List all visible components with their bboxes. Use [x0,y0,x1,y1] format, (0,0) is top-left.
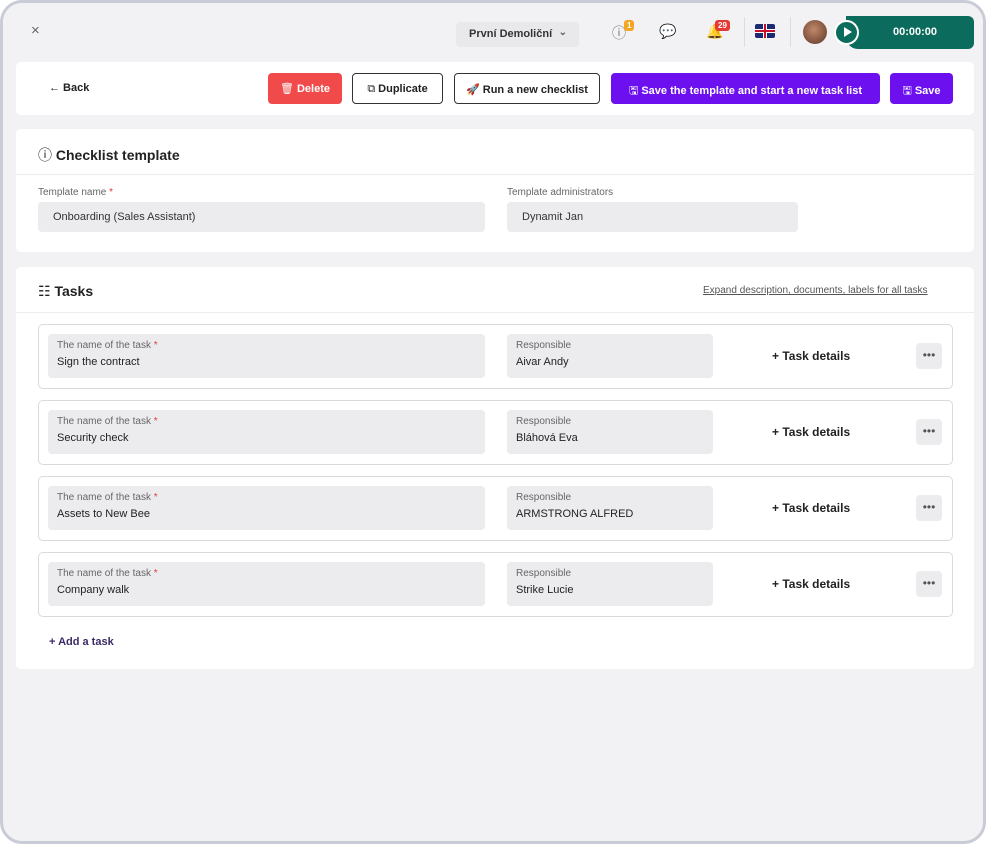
task-name-value: Security check [57,432,129,444]
task-name-value: Company walk [57,584,130,596]
template-title: Checklist template [55,147,180,163]
add-task-button[interactable]: + Add a task [49,636,114,648]
task-responsible-input[interactable]: Responsible Strike Lucie [507,562,713,606]
required-mark: * [153,568,158,579]
task-name-input[interactable]: The name of the task * Sign the contract [48,334,485,378]
responsible-value: Bláhová Eva [516,432,578,444]
time-tracker[interactable]: 00:00:00 [846,16,974,49]
save-button[interactable]: 🖫 Save [890,73,953,104]
task-name-label-text: The name of the task [57,340,151,351]
save-icon: 🖫 [902,85,912,97]
responsible-label: Responsible [516,416,572,427]
save-and-start-label: Save the template and start a new task l… [641,85,863,97]
chevron-down-icon: ⌄ [558,27,567,38]
back-button[interactable]: ← Back [49,82,89,94]
task-row: The name of the task * Assets to New Bee R… [38,476,953,541]
divider [790,17,791,47]
task-name-input[interactable]: The name of the task * Security check [48,410,485,454]
required-mark: * [153,492,158,503]
responsible-label: Responsible [516,340,572,351]
uk-flag-icon[interactable] [755,24,775,38]
required-mark: * [153,416,158,427]
task-responsible-input[interactable]: Responsible Bláhová Eva [507,410,713,454]
task-row: The name of the task * Security check Resp… [38,400,953,465]
notification-badge: 29 [715,20,730,31]
task-details-button[interactable]: + Task details [772,349,850,363]
more-options-icon[interactable]: ••• [916,495,942,521]
divider [744,17,745,47]
more-options-icon[interactable]: ••• [916,571,942,597]
task-responsible-input[interactable]: Responsible Aivar Andy [507,334,713,378]
task-name-value: Assets to New Bee [57,508,150,520]
rocket-icon: 🚀 [466,84,480,96]
responsible-value: Aivar Andy [516,356,569,368]
tasks-icon: ☷ [38,283,55,299]
save-label: Save [914,85,941,97]
task-name-input[interactable]: The name of the task * Assets to New Bee [48,486,485,530]
expand-all-link[interactable]: Expand description, documents, labels fo… [703,285,928,296]
duplicate-label: Duplicate [378,83,428,95]
responsible-label: Responsible [516,492,572,503]
template-section-title: ⓘ Checklist template [38,145,180,165]
info-icon: ⓘ [38,147,56,163]
template-name-label-text: Template name [38,187,107,198]
task-details-button[interactable]: + Task details [772,501,850,515]
task-name-label: The name of the task * [57,416,158,427]
task-name-label: The name of the task * [57,492,158,503]
task-name-label: The name of the task * [57,568,158,579]
tasks-section-title: ☷ Tasks [38,283,93,300]
task-row: The name of the task * Sign the contract R… [38,324,953,389]
avatar[interactable] [803,20,827,44]
timer-display: 00:00:00 [893,26,938,38]
copy-icon: ⧉ [367,83,376,95]
close-icon[interactable]: × [31,23,40,39]
task-name-label-text: The name of the task [57,416,151,427]
template-admins-input[interactable]: Dynamit Jan [507,202,798,232]
required-mark: * [153,340,158,351]
divider [16,174,974,175]
tasks-title: Tasks [54,283,94,299]
task-details-button[interactable]: + Task details [772,425,850,439]
save-and-start-button[interactable]: 🖫 Save the template and start a new task … [611,73,880,104]
info-badge: 1 [624,20,635,31]
more-options-icon[interactable]: ••• [916,343,942,369]
template-name-input[interactable]: Onboarding (Sales Assistant) [38,202,485,232]
task-details-button[interactable]: + Task details [772,577,850,591]
run-checklist-button[interactable]: 🚀 Run a new checklist [454,73,600,104]
chat-icon[interactable]: 💬 [659,23,676,40]
task-name-input[interactable]: The name of the task * Company walk [48,562,485,606]
delete-label: Delete [296,83,330,95]
task-name-label-text: The name of the task [57,568,151,579]
template-admins-label: Template administrators [507,187,614,198]
responsible-label: Responsible [516,568,572,579]
required-mark: * [109,187,114,198]
task-responsible-input[interactable]: Responsible ARMSTRONG ALFRED [507,486,713,530]
task-name-label: The name of the task * [57,340,158,351]
play-icon[interactable] [834,20,859,45]
responsible-value: ARMSTRONG ALFRED [516,508,634,520]
delete-button[interactable]: 🗑 Delete [268,73,342,104]
more-options-icon[interactable]: ••• [916,419,942,445]
task-row: The name of the task * Company walk Respon… [38,552,953,617]
app-window: × První Demoliční ⌄ ⓘ 1 💬 🔔 29 00:00:00 … [0,0,986,844]
divider [16,312,974,313]
trash-icon: 🗑 [280,83,294,95]
template-name-label: Template name * [38,187,113,198]
task-name-label-text: The name of the task [57,492,151,503]
company-name: První Demoliční [469,28,553,40]
save-icon: 🖫 [628,85,639,97]
duplicate-button[interactable]: ⧉ Duplicate [352,73,443,104]
task-name-value: Sign the contract [57,356,140,368]
run-checklist-label: Run a new checklist [482,84,588,96]
responsible-value: Strike Lucie [516,584,574,596]
company-selector[interactable]: První Demoliční ⌄ [456,22,579,47]
top-bar: × První Demoliční ⌄ ⓘ 1 💬 🔔 29 00:00:00 [3,3,983,59]
